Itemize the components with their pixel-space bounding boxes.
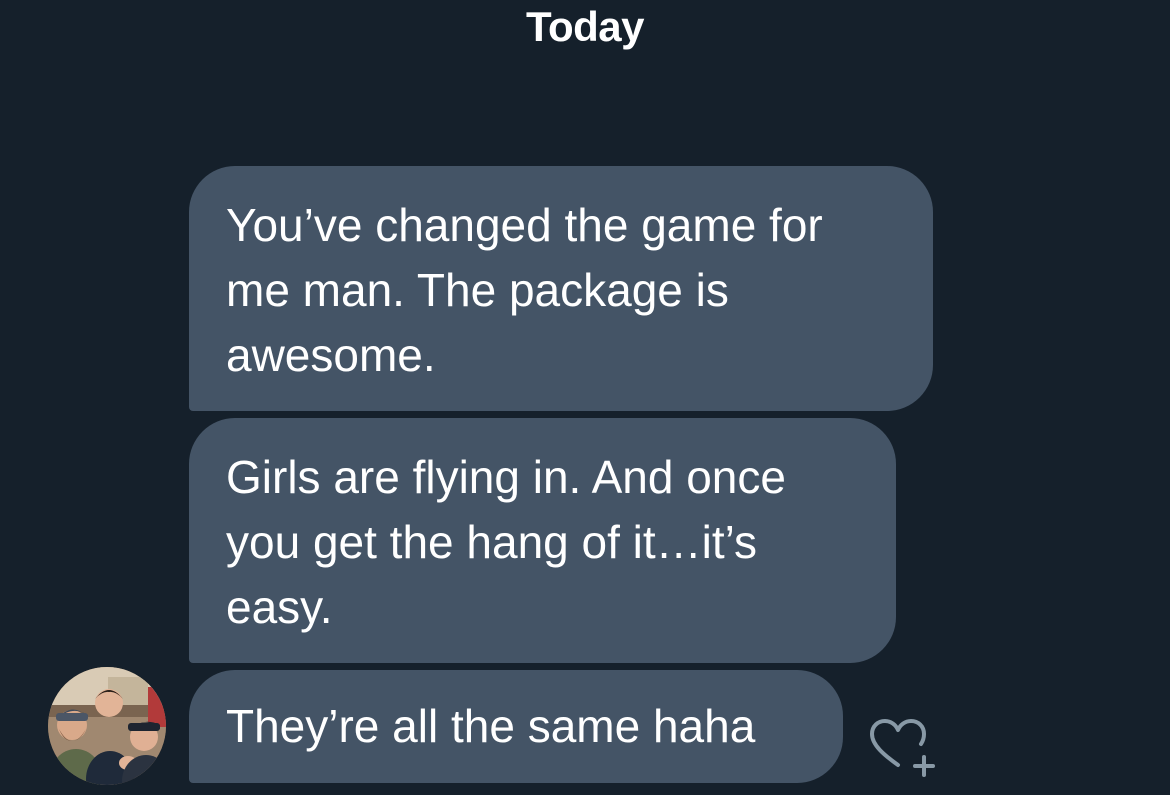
date-separator: Today	[525, 3, 645, 50]
sender-avatar[interactable]	[48, 667, 166, 785]
message-bubble[interactable]: Girls are flying in. And once you get th…	[189, 418, 896, 663]
message-bubble[interactable]: You’ve changed the game for me man. The …	[189, 166, 933, 411]
dm-conversation-screen: Today You’ve changed the game for me man…	[0, 0, 1170, 795]
message-bubble[interactable]: They’re all the same haha	[189, 670, 843, 783]
heart-plus-icon	[870, 719, 935, 777]
add-reaction-button[interactable]	[866, 713, 938, 783]
avatar-photo	[48, 667, 166, 785]
